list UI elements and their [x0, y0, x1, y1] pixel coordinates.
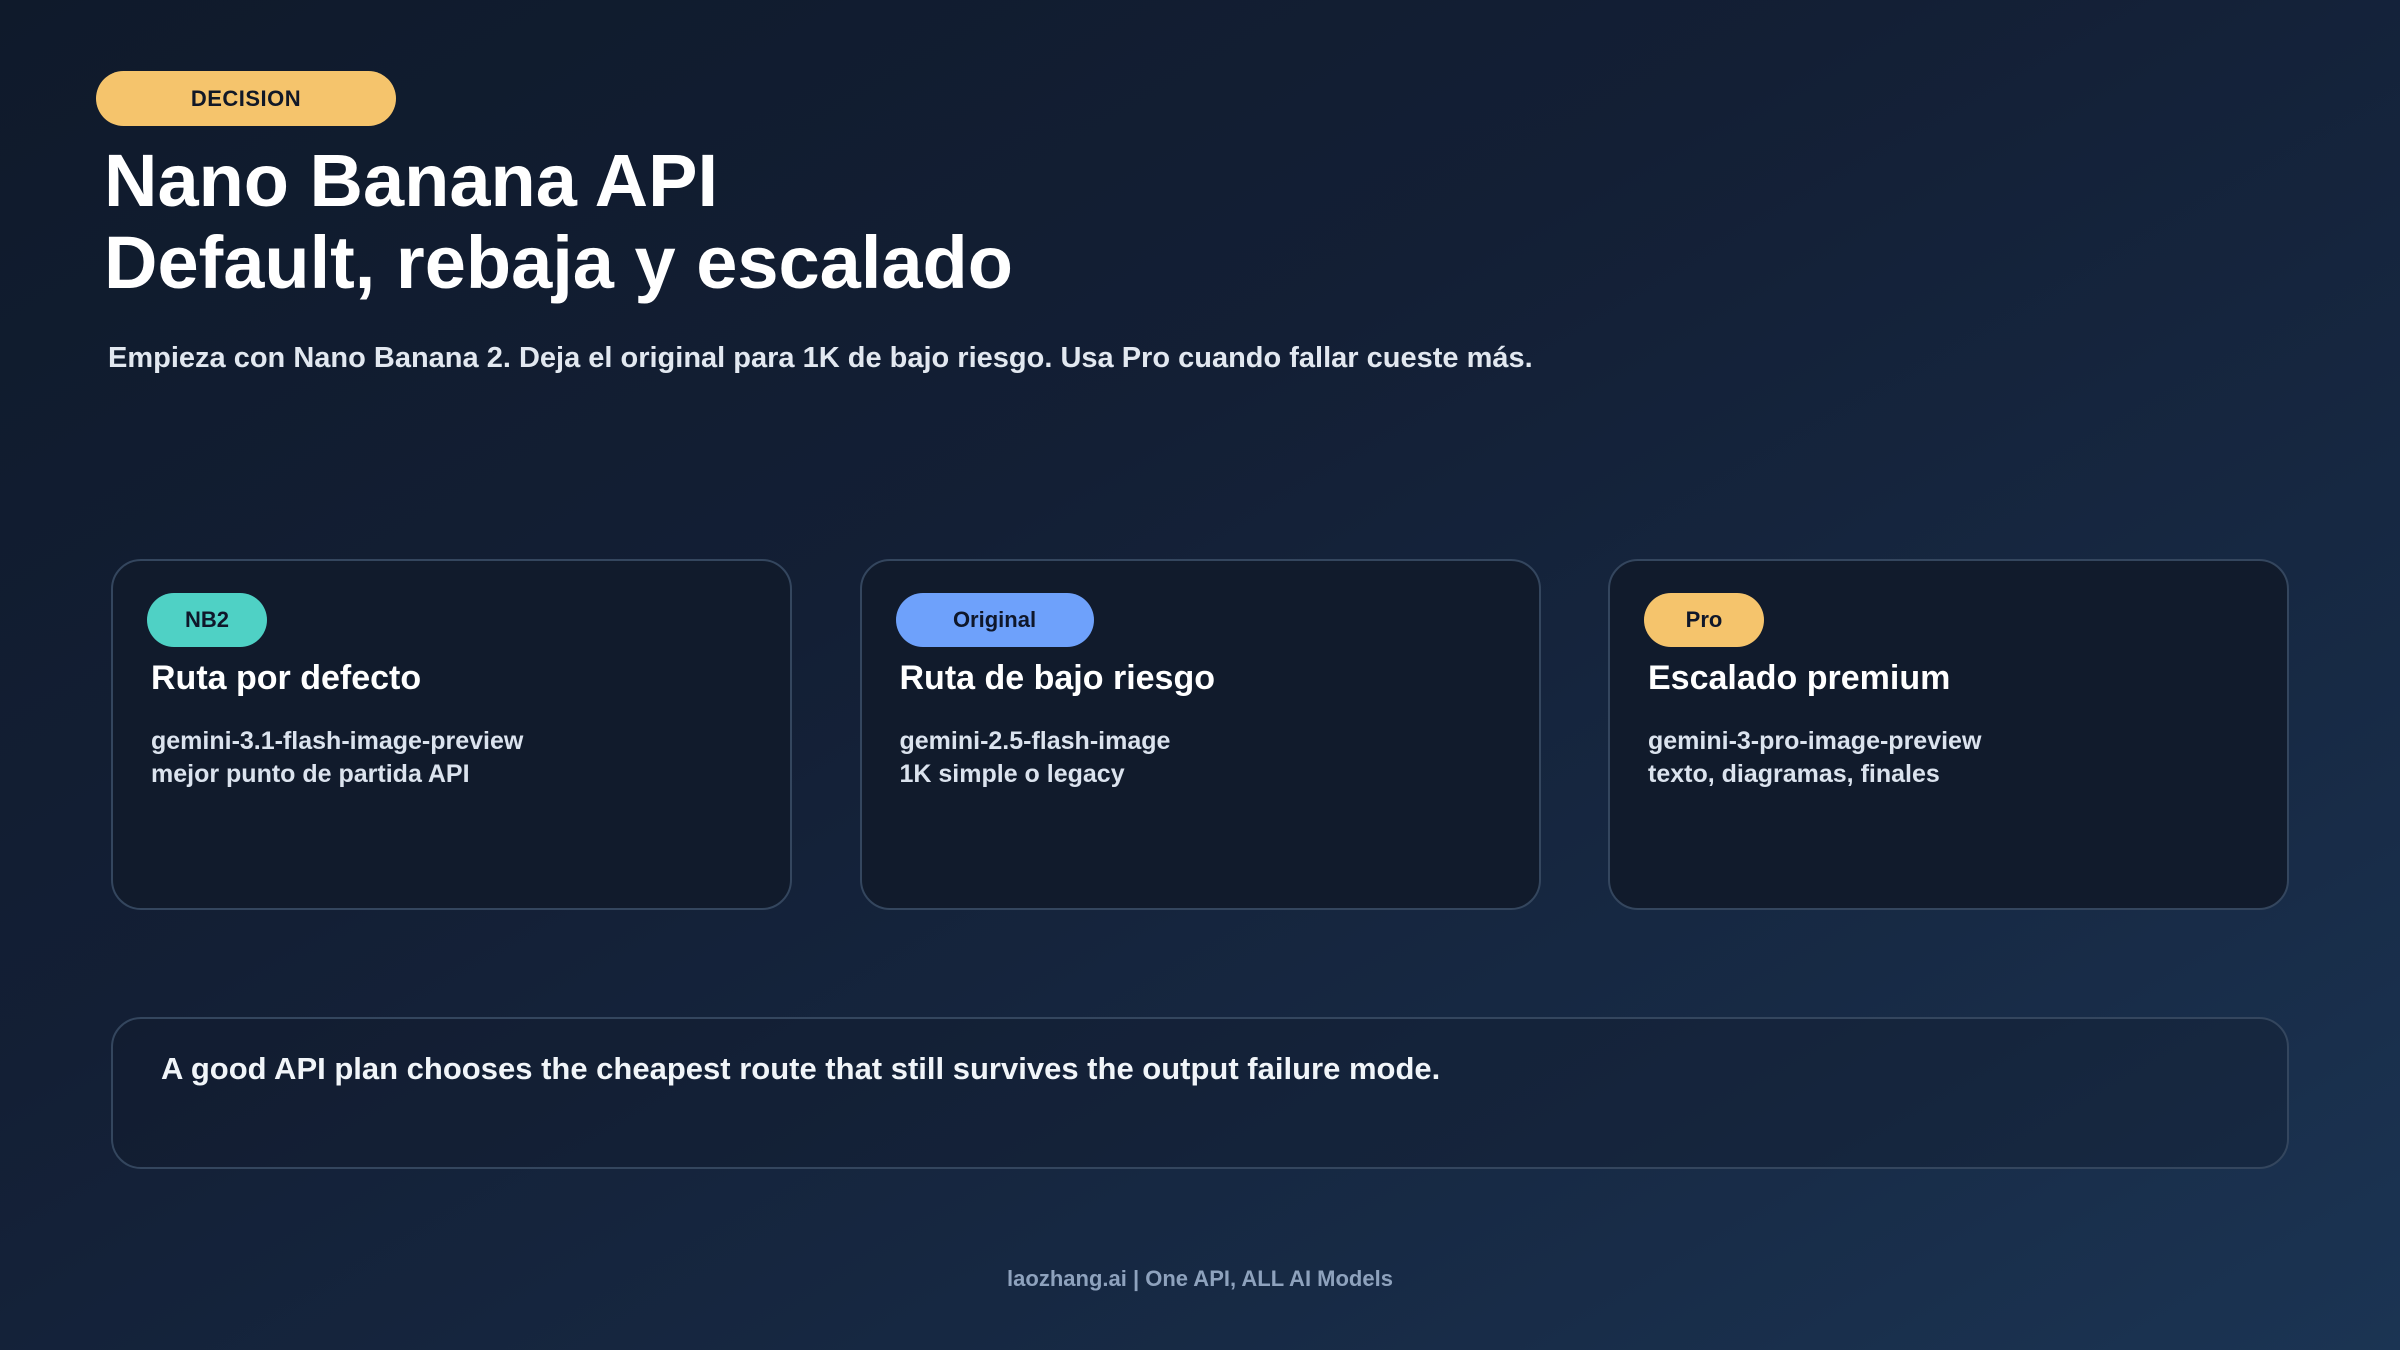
card-tag-nb2: NB2	[147, 593, 267, 647]
card-tag-original: Original	[895, 593, 1094, 647]
card-model-id: gemini-3-pro-image-preview	[1648, 727, 1982, 755]
card-description: 1K simple o legacy	[899, 760, 1125, 788]
card-title: Ruta por defecto	[151, 659, 422, 697]
card-description: mejor punto de partida API	[151, 760, 470, 788]
card-description: texto, diagramas, finales	[1648, 760, 1940, 788]
card-title: Ruta de bajo riesgo	[899, 659, 1216, 697]
card-nb2: NB2 Ruta por defecto gemini-3.1-flash-im…	[111, 559, 792, 910]
card-original: Original Ruta de bajo riesgo gemini-2.5-…	[859, 559, 1541, 910]
decision-badge: DECISION	[96, 71, 396, 126]
page-title-line-1: Nano Banana API	[104, 139, 719, 222]
card-tag-pro: Pro	[1644, 593, 1764, 647]
summary-note: A good API plan chooses the cheapest rou…	[111, 1017, 2289, 1169]
page-subtitle: Empieza con Nano Banana 2. Deja el origi…	[108, 342, 1533, 374]
footer-credit: laozhang.ai | One API, ALL AI Models	[1007, 1266, 1393, 1291]
route-cards: NB2 Ruta por defecto gemini-3.1-flash-im…	[111, 559, 2289, 910]
card-title: Escalado premium	[1648, 659, 1951, 697]
page-title: Nano Banana API Default, rebaja y escala…	[104, 140, 1013, 304]
card-model-id: gemini-3.1-flash-image-preview	[151, 727, 524, 755]
summary-note-text: A good API plan chooses the cheapest rou…	[161, 1051, 1441, 1086]
page-title-line-2: Default, rebaja y escalado	[104, 221, 1013, 304]
card-pro: Pro Escalado premium gemini-3-pro-image-…	[1608, 559, 2289, 910]
card-model-id: gemini-2.5-flash-image	[899, 727, 1171, 755]
